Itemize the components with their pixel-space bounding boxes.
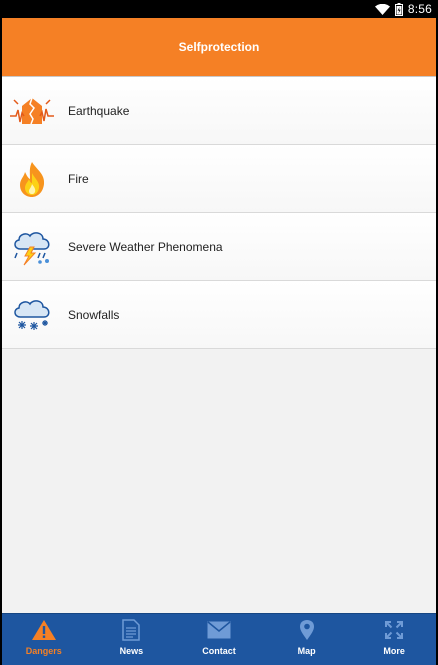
document-icon <box>122 618 141 642</box>
list-item-severe-weather[interactable]: Severe Weather Phenomena <box>0 213 438 281</box>
tab-label: Dangers <box>25 646 62 656</box>
snow-cloud-icon <box>8 295 56 335</box>
wifi-icon <box>374 3 390 15</box>
tab-contact[interactable]: Contact <box>175 614 263 665</box>
list-item-fire[interactable]: Fire <box>0 145 438 213</box>
list-item-label: Fire <box>68 171 89 186</box>
tab-label: Map <box>297 646 316 656</box>
status-bar: 8:56 <box>0 0 438 18</box>
list-item-earthquake[interactable]: Earthquake <box>0 77 438 145</box>
tab-label: Contact <box>202 646 236 656</box>
bottom-tab-bar: Dangers News Contact Map More <box>0 613 438 665</box>
list-item-label: Earthquake <box>68 103 130 118</box>
list-item-label: Severe Weather Phenomena <box>68 239 223 254</box>
earthquake-house-icon <box>8 91 56 131</box>
expand-icon <box>384 618 404 642</box>
dangers-list: Earthquake Fire Severe Weather Phenomena <box>0 77 438 349</box>
tab-news[interactable]: News <box>88 614 176 665</box>
tab-more[interactable]: More <box>350 614 438 665</box>
tab-dangers[interactable]: Dangers <box>0 614 88 665</box>
tab-label: More <box>383 646 405 656</box>
list-item-snowfalls[interactable]: Snowfalls <box>0 281 438 349</box>
app-header: Selfprotection <box>0 18 438 76</box>
tab-map[interactable]: Map <box>263 614 351 665</box>
frame-edge-left <box>0 0 2 665</box>
storm-cloud-icon <box>8 227 56 267</box>
battery-icon <box>394 2 403 16</box>
fire-icon <box>8 159 56 199</box>
warning-icon <box>31 618 57 642</box>
list-item-label: Snowfalls <box>68 307 120 322</box>
page-title: Selfprotection <box>178 40 260 54</box>
envelope-icon <box>207 618 231 642</box>
status-time: 8:56 <box>407 2 432 16</box>
map-pin-icon <box>299 618 315 642</box>
tab-label: News <box>119 646 144 656</box>
